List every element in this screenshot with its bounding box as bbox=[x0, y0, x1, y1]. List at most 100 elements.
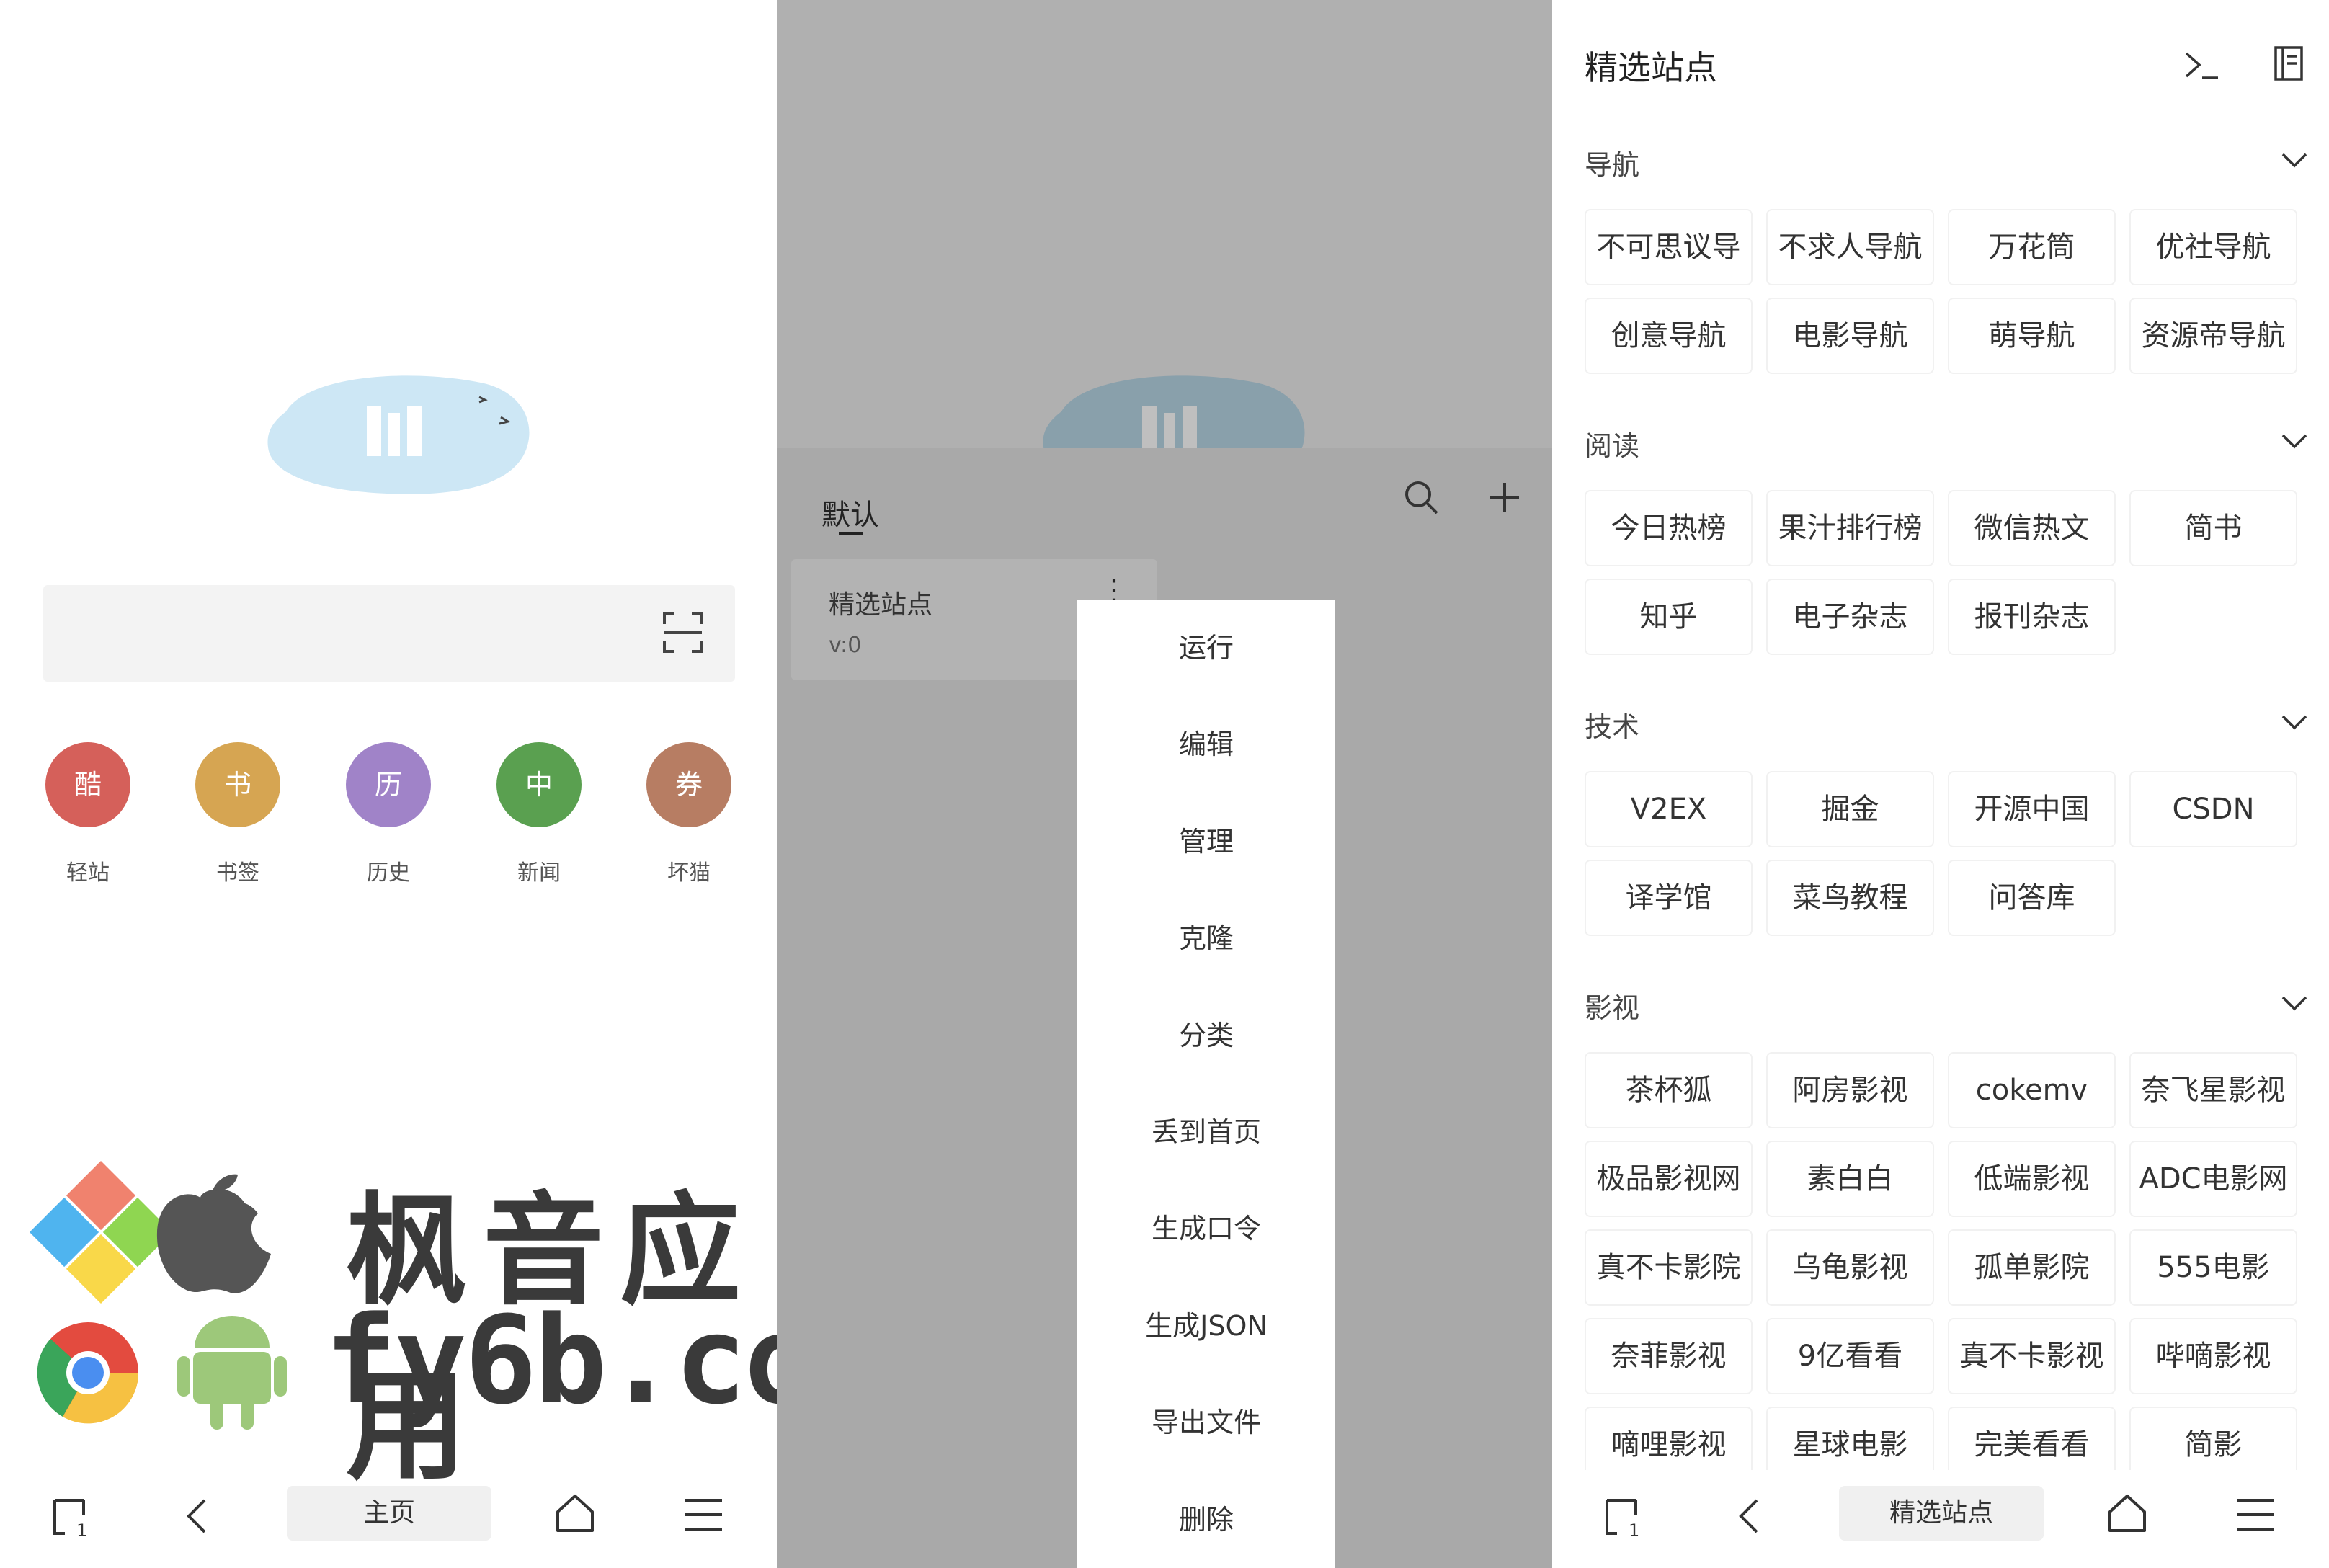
watermark-url: fy6b.com bbox=[324, 1290, 777, 1431]
site-chip[interactable]: 9亿看看 bbox=[1766, 1318, 1934, 1394]
home-panel: 酷 轻站 书 书签 历 历史 中 新闻 券 坏猫 枫音应用 fy6b.c 1 主… bbox=[0, 0, 777, 1568]
menu-icon[interactable] bbox=[680, 1492, 726, 1538]
site-chip[interactable]: 菜鸟教程 bbox=[1766, 860, 1934, 936]
menu-item-run[interactable]: 运行 bbox=[1077, 600, 1335, 696]
script-card-title: 精选站点 bbox=[829, 590, 933, 620]
home-icon[interactable] bbox=[552, 1490, 598, 1536]
scan-icon[interactable] bbox=[662, 611, 705, 654]
chevron-down-icon[interactable] bbox=[2279, 148, 2310, 170]
site-chip[interactable]: 问答库 bbox=[1948, 860, 2116, 936]
section-title-nav: 导航 bbox=[1585, 149, 1640, 181]
site-chip[interactable]: 简书 bbox=[2129, 490, 2297, 566]
tabs-icon[interactable]: 1 bbox=[1603, 1493, 1649, 1539]
menu-item-gen-json[interactable]: 生成JSON bbox=[1077, 1278, 1335, 1374]
screen: 酷 轻站 书 书签 历 历史 中 新闻 券 坏猫 枫音应用 fy6b.c 1 主… bbox=[0, 0, 2329, 1568]
menu-item-export[interactable]: 导出文件 bbox=[1077, 1374, 1335, 1471]
site-chip[interactable]: 不求人导航 bbox=[1766, 209, 1934, 285]
menu-item-pin-home[interactable]: 丢到首页 bbox=[1077, 1084, 1335, 1180]
site-chip[interactable]: 报刊杂志 bbox=[1948, 579, 2116, 655]
site-chip[interactable]: 掘金 bbox=[1766, 771, 1934, 847]
script-card-version: v:0 bbox=[829, 633, 862, 658]
site-chip[interactable]: 孤单影院 bbox=[1948, 1229, 2116, 1306]
section-title-reading: 阅读 bbox=[1585, 430, 1640, 462]
featured-sites-panel: 精选站点 导航 不可思议导 不求人导航 万花筒 优社导航创意导航 电影导航 萌导航 资源帝导… bbox=[1552, 0, 2329, 1568]
tabs-icon[interactable]: 1 bbox=[50, 1493, 97, 1539]
page-title: 精选站点 bbox=[1585, 48, 1717, 87]
quick-link-label: 新闻 bbox=[517, 860, 561, 886]
site-chip[interactable]: 知乎 bbox=[1585, 579, 1753, 655]
site-chip[interactable]: 资源帝导航 bbox=[2129, 298, 2297, 374]
site-chip[interactable]: 开源中国 bbox=[1948, 771, 2116, 847]
quick-link-label: 坏猫 bbox=[667, 860, 711, 886]
quick-link-label: 历史 bbox=[367, 860, 410, 886]
site-chip[interactable]: 哔嘀影视 bbox=[2129, 1318, 2297, 1394]
site-chip[interactable]: 乌龟影视 bbox=[1766, 1229, 1934, 1306]
menu-icon[interactable] bbox=[2232, 1492, 2279, 1538]
site-chip[interactable]: 素白白 bbox=[1766, 1141, 1934, 1217]
chevron-down-icon[interactable] bbox=[2279, 992, 2310, 1013]
tab-default[interactable]: 默认 bbox=[821, 491, 879, 533]
back-icon[interactable] bbox=[1728, 1493, 1774, 1539]
watermark-logo-icon bbox=[30, 1161, 287, 1430]
site-chip[interactable]: 优社导航 bbox=[2129, 209, 2297, 285]
site-chip[interactable]: 奈飞星影视 bbox=[2129, 1052, 2297, 1128]
menu-item-edit[interactable]: 编辑 bbox=[1077, 696, 1335, 793]
bookmarks-icon: 书 bbox=[195, 742, 280, 827]
qingzhan-icon: 酷 bbox=[45, 742, 130, 827]
site-chip[interactable]: 茶杯狐 bbox=[1585, 1052, 1753, 1128]
menu-item-category[interactable]: 分类 bbox=[1077, 987, 1335, 1084]
site-chip[interactable]: 电影导航 bbox=[1766, 298, 1934, 374]
quick-link-label: 轻站 bbox=[66, 860, 110, 886]
svg-text:1: 1 bbox=[1629, 1520, 1639, 1539]
site-chip[interactable]: 今日热榜 bbox=[1585, 490, 1753, 566]
site-chip[interactable]: 极品影视网 bbox=[1585, 1141, 1753, 1217]
add-icon[interactable] bbox=[1484, 477, 1525, 517]
home-icon[interactable] bbox=[2104, 1490, 2150, 1536]
history-icon: 历 bbox=[346, 742, 431, 827]
context-menu: 运行 编辑 管理 克隆 分类 丢到首页 生成口令 生成JSON 导出文件 删除 bbox=[1077, 600, 1335, 1568]
site-chip[interactable]: 果汁排行榜 bbox=[1766, 490, 1934, 566]
chevron-down-icon[interactable] bbox=[2279, 429, 2310, 451]
quick-link-label: 书签 bbox=[216, 860, 259, 886]
site-chip[interactable]: V2EX bbox=[1585, 771, 1753, 847]
menu-item-clone[interactable]: 克隆 bbox=[1077, 890, 1335, 986]
quick-link-bookmarks[interactable]: 书 书签 bbox=[187, 742, 288, 886]
quick-link-qingzhan[interactable]: 酷 轻站 bbox=[37, 742, 138, 886]
quick-link-history[interactable]: 历 历史 bbox=[338, 742, 439, 886]
site-chip[interactable]: 电子杂志 bbox=[1766, 579, 1934, 655]
site-chip[interactable]: 真不卡影视 bbox=[1948, 1318, 2116, 1394]
tab-indicator bbox=[839, 532, 863, 535]
site-chip[interactable]: ADC电影网 bbox=[2129, 1141, 2297, 1217]
site-chip[interactable]: 译学馆 bbox=[1585, 860, 1753, 936]
section-title-video: 影视 bbox=[1585, 992, 1640, 1024]
current-page-tab-button[interactable]: 精选站点 bbox=[1839, 1486, 2044, 1541]
menu-item-delete[interactable]: 删除 bbox=[1077, 1471, 1335, 1568]
news-icon: 中 bbox=[496, 742, 582, 827]
menu-item-manage[interactable]: 管理 bbox=[1077, 793, 1335, 890]
site-chip[interactable]: cokemv bbox=[1948, 1052, 2116, 1128]
site-chip[interactable]: 万花筒 bbox=[1948, 209, 2116, 285]
site-chip[interactable]: 真不卡影院 bbox=[1585, 1229, 1753, 1306]
section-title-tech: 技术 bbox=[1585, 711, 1640, 743]
quick-link-huaimao[interactable]: 券 坏猫 bbox=[638, 742, 739, 886]
quick-link-news[interactable]: 中 新闻 bbox=[489, 742, 589, 886]
site-chip[interactable]: 不可思议导 bbox=[1585, 209, 1753, 285]
site-chip[interactable]: 奈菲影视 bbox=[1585, 1318, 1753, 1394]
search-input[interactable] bbox=[43, 585, 735, 682]
site-chip[interactable]: 低端影视 bbox=[1948, 1141, 2116, 1217]
menu-item-gen-code[interactable]: 生成口令 bbox=[1077, 1180, 1335, 1277]
back-icon[interactable] bbox=[176, 1493, 222, 1539]
search-icon[interactable] bbox=[1401, 477, 1441, 517]
site-chip[interactable]: CSDN bbox=[2129, 771, 2297, 847]
site-chip[interactable]: 阿房影视 bbox=[1766, 1052, 1934, 1128]
huaimao-icon: 券 bbox=[646, 742, 731, 827]
site-chip[interactable]: 创意导航 bbox=[1585, 298, 1753, 374]
watermark: 枫音应用 fy6b.com bbox=[29, 1153, 777, 1497]
chevron-down-icon[interactable] bbox=[2279, 710, 2310, 732]
terminal-icon[interactable] bbox=[2181, 45, 2221, 85]
site-chip[interactable]: 萌导航 bbox=[1948, 298, 2116, 374]
site-chip[interactable]: 微信热文 bbox=[1948, 490, 2116, 566]
site-chip[interactable]: 555电影 bbox=[2129, 1229, 2297, 1306]
home-tab-button[interactable]: 主页 bbox=[287, 1486, 491, 1541]
bookmark-list-icon[interactable] bbox=[2270, 43, 2307, 84]
